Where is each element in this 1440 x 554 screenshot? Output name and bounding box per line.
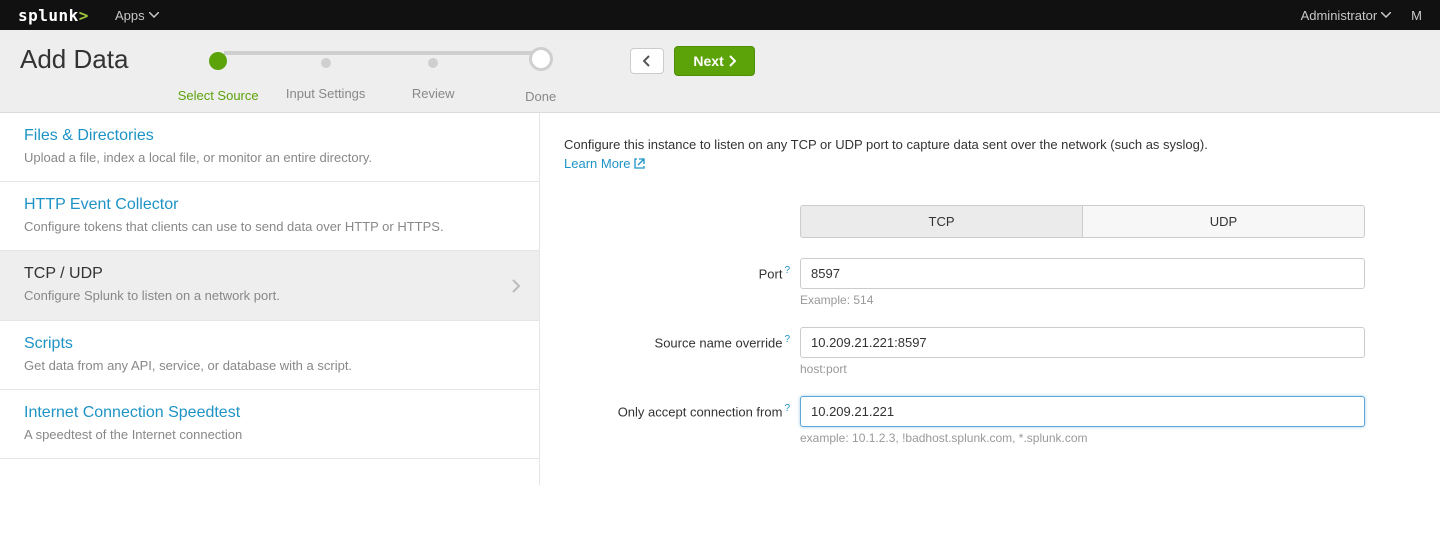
wizard-track: Select Source Input Settings Review Done <box>164 50 594 104</box>
wizard-step-review[interactable]: Review <box>379 54 487 101</box>
source-desc: A speedtest of the Internet connection <box>24 426 521 444</box>
only-accept-input[interactable] <box>800 396 1365 427</box>
source-title: Files & Directories <box>24 127 521 145</box>
label-port: Port? <box>564 258 800 281</box>
row-port: Port? Example: 514 <box>564 258 1400 307</box>
wizard: Select Source Input Settings Review Done <box>164 44 594 104</box>
wizard-bar <box>224 51 534 55</box>
learn-more-label: Learn More <box>564 156 630 171</box>
right-panel: Configure this instance to listen on any… <box>540 113 1440 485</box>
wizard-step-input-settings[interactable]: Input Settings <box>272 54 380 101</box>
wizard-step-label: Select Source <box>178 88 259 103</box>
label-source-name-text: Source name override <box>655 335 783 350</box>
port-hint: Example: 514 <box>800 293 1365 307</box>
apps-label: Apps <box>115 8 145 23</box>
admin-menu[interactable]: Administrator <box>1301 8 1392 23</box>
chevron-down-icon <box>1381 12 1391 18</box>
next-button-label: Next <box>693 53 723 69</box>
port-input[interactable] <box>800 258 1365 289</box>
source-item-files[interactable]: Files & Directories Upload a file, index… <box>0 113 539 182</box>
label-source-name: Source name override? <box>564 327 800 350</box>
chevron-down-icon <box>149 12 159 18</box>
source-list: Files & Directories Upload a file, index… <box>0 113 540 485</box>
chevron-left-icon <box>643 55 651 67</box>
label-protocol <box>564 205 800 212</box>
page-title: Add Data <box>20 44 128 75</box>
help-icon[interactable]: ? <box>784 403 790 414</box>
body: Files & Directories Upload a file, index… <box>0 113 1440 485</box>
row-source-name: Source name override? host:port <box>564 327 1400 376</box>
tab-tcp[interactable]: TCP <box>800 205 1083 238</box>
wizard-dot-icon <box>209 52 227 70</box>
intro-text: Configure this instance to listen on any… <box>564 137 1400 152</box>
chevron-right-icon <box>728 55 736 67</box>
source-desc: Configure tokens that clients can use to… <box>24 218 521 236</box>
wizard-step-label: Review <box>412 86 455 101</box>
source-name-hint: host:port <box>800 362 1365 376</box>
source-desc: Upload a file, index a local file, or mo… <box>24 149 521 167</box>
apps-menu[interactable]: Apps <box>115 8 159 23</box>
source-item-hec[interactable]: HTTP Event Collector Configure tokens th… <box>0 182 539 251</box>
source-title: Scripts <box>24 335 521 353</box>
admin-label: Administrator <box>1301 8 1378 23</box>
source-title: Internet Connection Speedtest <box>24 404 521 422</box>
label-only-accept-text: Only accept connection from <box>618 404 783 419</box>
external-link-icon <box>634 158 645 169</box>
label-only-accept: Only accept connection from? <box>564 396 800 419</box>
learn-more-link[interactable]: Learn More <box>564 156 645 171</box>
source-item-scripts[interactable]: Scripts Get data from any API, service, … <box>0 321 539 390</box>
wizard-step-done[interactable]: Done <box>487 50 595 104</box>
wizard-step-label: Done <box>525 89 556 104</box>
logo-caret: > <box>79 6 89 25</box>
back-button[interactable] <box>630 48 664 74</box>
form: TCP UDP Port? Example: 514 Source name o… <box>564 205 1400 445</box>
wizard-step-label: Input Settings <box>286 86 366 101</box>
source-desc: Configure Splunk to listen on a network … <box>24 287 280 305</box>
wizard-nav-buttons: Next <box>630 46 754 76</box>
source-title: TCP / UDP <box>24 265 280 283</box>
topnav-left: splunk> Apps <box>18 6 159 25</box>
source-desc: Get data from any API, service, or datab… <box>24 357 521 375</box>
next-button[interactable]: Next <box>674 46 754 76</box>
source-item-speedtest[interactable]: Internet Connection Speedtest A speedtes… <box>0 390 539 459</box>
topnav-right: Administrator M <box>1301 8 1422 23</box>
headerbar: Add Data Select Source Input Settings Re… <box>0 30 1440 113</box>
help-icon[interactable]: ? <box>784 265 790 276</box>
topnav-right-letter[interactable]: M <box>1411 8 1422 23</box>
row-only-accept: Only accept connection from? example: 10… <box>564 396 1400 445</box>
topnav: splunk> Apps Administrator M <box>0 0 1440 30</box>
label-port-text: Port <box>759 266 783 281</box>
row-protocol: TCP UDP <box>564 205 1400 238</box>
help-icon[interactable]: ? <box>784 334 790 345</box>
protocol-segmented: TCP UDP <box>800 205 1365 238</box>
source-item-tcp-udp[interactable]: TCP / UDP Configure Splunk to listen on … <box>0 251 539 320</box>
logo[interactable]: splunk> <box>18 6 89 25</box>
logo-text: splunk <box>18 6 79 25</box>
chevron-right-icon <box>511 277 521 294</box>
only-accept-hint: example: 10.1.2.3, !badhost.splunk.com, … <box>800 431 1365 445</box>
tab-udp[interactable]: UDP <box>1083 205 1365 238</box>
source-title: HTTP Event Collector <box>24 196 521 214</box>
source-name-input[interactable] <box>800 327 1365 358</box>
wizard-step-select-source[interactable]: Select Source <box>164 52 272 103</box>
wizard-open-dot-icon <box>529 47 553 71</box>
wizard-dot-icon <box>321 58 331 68</box>
wizard-dot-icon <box>428 58 438 68</box>
